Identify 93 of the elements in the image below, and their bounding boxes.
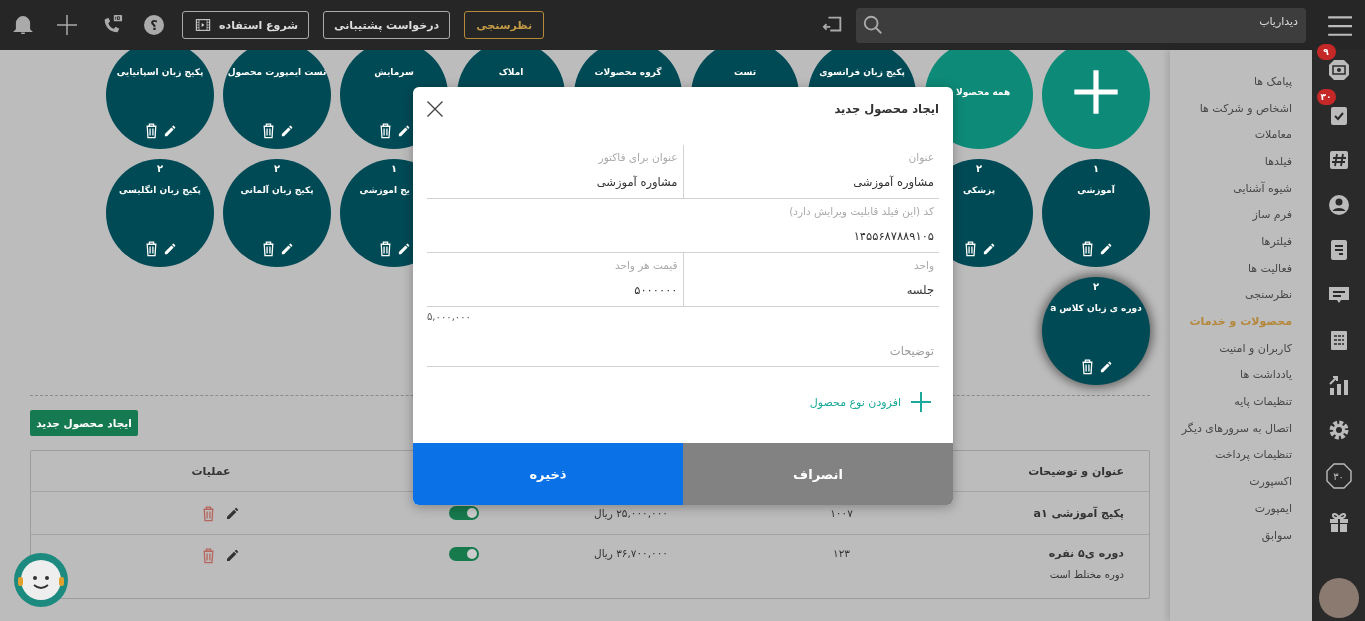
menu-item[interactable]: پیامک ها bbox=[1253, 74, 1292, 88]
category-name: پکیج زبان فرانسوی bbox=[819, 67, 905, 77]
category-circle[interactable]: پکیج زبان اسپانیایی bbox=[106, 50, 214, 149]
text-input[interactable]: جلسه bbox=[688, 283, 934, 297]
notification-badge: ۳۰ bbox=[1316, 89, 1336, 105]
category-name: دوره ی زبان کلاس a bbox=[1050, 303, 1142, 313]
menu-item[interactable]: اتصال به سرورهای دیگر bbox=[1181, 421, 1292, 435]
category-name: سرمایش bbox=[374, 67, 414, 77]
header-button[interactable]: شروع استفاده bbox=[182, 11, 310, 39]
user-avatar[interactable] bbox=[1318, 578, 1359, 618]
menu-item[interactable]: اشخاص و شرکت ها bbox=[1199, 101, 1292, 115]
close-icon[interactable] bbox=[425, 99, 445, 119]
category-count: ۲ bbox=[975, 163, 983, 174]
category-name: گروه محصولات bbox=[594, 67, 662, 77]
notification-bell-icon[interactable] bbox=[12, 14, 34, 36]
search-field[interactable]: دیداریاب bbox=[856, 7, 1306, 43]
category-circle[interactable]: تست ایمپورت محصول bbox=[223, 50, 331, 149]
add-icon[interactable] bbox=[55, 13, 79, 37]
menu-item[interactable]: سوابق bbox=[1261, 528, 1292, 542]
product-code: ۱۰۰۷ bbox=[829, 507, 854, 519]
category-circle[interactable]: ۲ پکیج زبان انگلیسی bbox=[106, 159, 214, 267]
edit-icon[interactable] bbox=[162, 241, 178, 256]
field-label: عنوان برای فاکتور bbox=[597, 151, 678, 163]
menu-item[interactable]: تنظیمات پایه bbox=[1234, 395, 1292, 409]
category-name: پکیج زبان انگلیسی bbox=[119, 185, 201, 195]
menu-item[interactable]: اکسپورت bbox=[1249, 475, 1292, 489]
product-price: ۲۵,۰۰۰,۰۰۰ ریال bbox=[593, 507, 668, 519]
help-button[interactable]: ؟ bbox=[144, 15, 164, 35]
edit-icon[interactable] bbox=[1098, 359, 1114, 374]
menu-item[interactable]: کاربران و امنیت bbox=[1219, 341, 1292, 355]
category-name: پکیج زبان اسپانیایی bbox=[116, 67, 204, 77]
category-name: تست bbox=[733, 67, 757, 77]
category-count: ۲ bbox=[273, 163, 281, 174]
header-button[interactable]: نظرسنجی bbox=[464, 11, 545, 39]
edit-icon[interactable] bbox=[396, 123, 412, 138]
edit-icon[interactable] bbox=[1098, 241, 1114, 256]
edit-icon[interactable] bbox=[396, 241, 412, 256]
menu-item[interactable]: فیلترها bbox=[1261, 234, 1292, 248]
video-icon bbox=[193, 17, 213, 33]
category-name: پزشکی bbox=[962, 185, 996, 195]
menu-item[interactable]: نظرسنجی bbox=[1245, 288, 1292, 302]
support-chat-icon[interactable] bbox=[14, 553, 68, 607]
search-icon[interactable] bbox=[862, 14, 884, 36]
text-input[interactable]: ۵۰۰۰۰۰۰ bbox=[432, 283, 678, 297]
menu-item[interactable]: معاملات bbox=[1254, 128, 1292, 142]
days-remaining-badge[interactable]: ۳۰ bbox=[1325, 463, 1352, 489]
active-toggle[interactable] bbox=[449, 506, 479, 520]
new-product-button[interactable]: ایجاد محصول جدید bbox=[30, 410, 138, 436]
edit-icon[interactable] bbox=[225, 547, 241, 563]
menu-item[interactable]: فرم ساز bbox=[1252, 208, 1292, 222]
category-circle[interactable]: ۱ آموزشی bbox=[1042, 159, 1150, 267]
menu-item[interactable]: ایمپورت bbox=[1254, 501, 1292, 515]
category-name: آموزشی bbox=[1077, 185, 1115, 195]
edit-icon[interactable] bbox=[981, 241, 997, 256]
active-toggle[interactable] bbox=[449, 547, 479, 561]
header-button[interactable]: درخواست پشتیبانی bbox=[323, 11, 451, 39]
column-header: عملیات bbox=[190, 464, 232, 478]
banknote-icon[interactable] bbox=[1326, 58, 1351, 82]
category-count: ۲ bbox=[1092, 281, 1100, 292]
product-price: ۳۶,۷۰۰,۰۰۰ ریال bbox=[593, 547, 668, 559]
field-label: قیمت هر واحد bbox=[613, 259, 678, 271]
product-code: ۱۲۳ bbox=[832, 547, 851, 559]
category-name: پکیج زبان آلمانی bbox=[240, 185, 314, 195]
product-description: دوره مختلط است bbox=[1048, 569, 1124, 580]
product-title: دوره ی۵ نفره bbox=[1047, 547, 1124, 560]
edit-icon[interactable] bbox=[279, 123, 295, 138]
category-count: ۱ bbox=[1092, 163, 1100, 174]
add-product-type-link[interactable]: افزودن نوع محصول bbox=[803, 391, 939, 413]
edit-icon[interactable] bbox=[279, 241, 295, 256]
category-circle[interactable]: ۲ پکیج زبان آلمانی bbox=[223, 159, 331, 267]
save-button[interactable]: ذخیره bbox=[413, 443, 683, 505]
edit-icon[interactable] bbox=[162, 123, 178, 138]
category-count: ۲ bbox=[156, 163, 164, 174]
menu-item[interactable]: یادداشت ها bbox=[1240, 368, 1292, 382]
menu-item[interactable]: فعالیت ها bbox=[1247, 261, 1292, 275]
product-title: پکیج آموزشی a۱ bbox=[1032, 506, 1124, 520]
column-header: عنوان و توضیحات bbox=[1027, 464, 1124, 478]
description-input[interactable]: توضیحات bbox=[432, 344, 934, 358]
search-input[interactable]: دیداریاب bbox=[884, 7, 1298, 28]
menu-item[interactable]: شیوه آشنایی bbox=[1233, 181, 1292, 195]
category-name: یج اموزشی bbox=[359, 185, 410, 195]
category-circle[interactable]: ۲ دوره ی زبان کلاس a bbox=[1042, 277, 1150, 385]
menu-item[interactable]: فیلدها bbox=[1264, 154, 1292, 168]
plus-icon bbox=[909, 390, 933, 414]
category-name: تست ایمپورت محصول bbox=[227, 67, 327, 77]
price-preview-text: ۵,۰۰۰,۰۰۰ bbox=[427, 311, 472, 322]
category-count: ۱ bbox=[390, 163, 398, 174]
cancel-button[interactable]: انصراف bbox=[683, 443, 953, 505]
notification-badge: ۹ bbox=[1316, 44, 1336, 60]
category-name: همه محصولا bbox=[956, 87, 1011, 97]
menu-item[interactable]: تنظیمات پرداخت bbox=[1215, 448, 1292, 462]
category-name: املاک bbox=[498, 67, 524, 77]
contact-icon[interactable] bbox=[1326, 193, 1351, 217]
